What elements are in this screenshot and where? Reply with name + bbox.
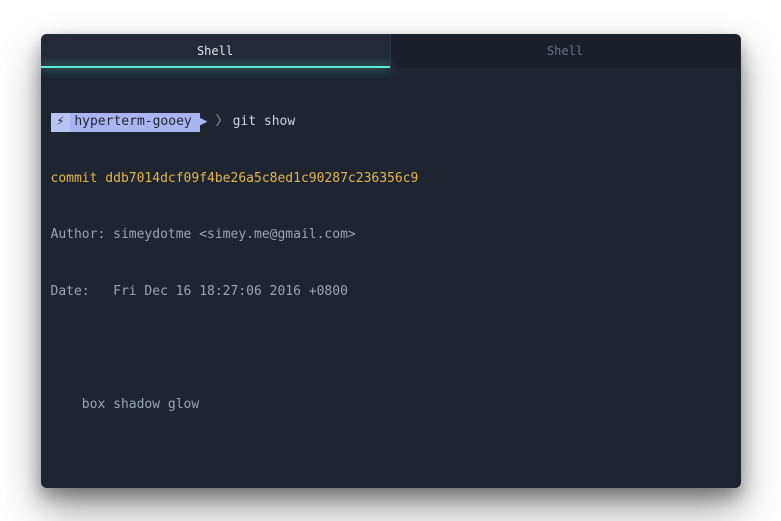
tab-shell-inactive[interactable]: Shell: [391, 34, 741, 68]
prompt-separator: 〉: [216, 113, 229, 132]
commit-msg-title: box shadow glow: [51, 396, 731, 415]
prompt-path: hyperterm-gooey: [70, 113, 199, 132]
terminal-window: Shell Shell ⚡hyperterm-gooey▶ 〉git show c…: [41, 34, 741, 488]
titlebar: Shell Shell: [41, 34, 741, 68]
commit-hash: commit ddb7014dcf09f4be26a5c8ed1c90287c2…: [51, 170, 731, 189]
tab-label: Shell: [197, 44, 233, 58]
prompt-lightning-icon: ⚡: [51, 113, 71, 132]
tab-bar: Shell Shell: [41, 34, 741, 68]
tab-shell-active[interactable]: Shell: [41, 34, 391, 68]
prompt-arrow-icon: ▶: [200, 113, 208, 132]
author-line: Author: simeydotme <simey.me@gmail.com>: [51, 226, 731, 245]
command-text: git show: [233, 113, 296, 132]
terminal-body[interactable]: ⚡hyperterm-gooey▶ 〉git show commit ddb701…: [41, 68, 741, 488]
blank-line: [51, 452, 731, 471]
blank-line: [51, 339, 731, 358]
prompt-line: ⚡hyperterm-gooey▶ 〉git show: [51, 113, 731, 132]
tab-label: Shell: [547, 44, 583, 58]
date-line: Date: Fri Dec 16 18:27:06 2016 +0800: [51, 283, 731, 302]
